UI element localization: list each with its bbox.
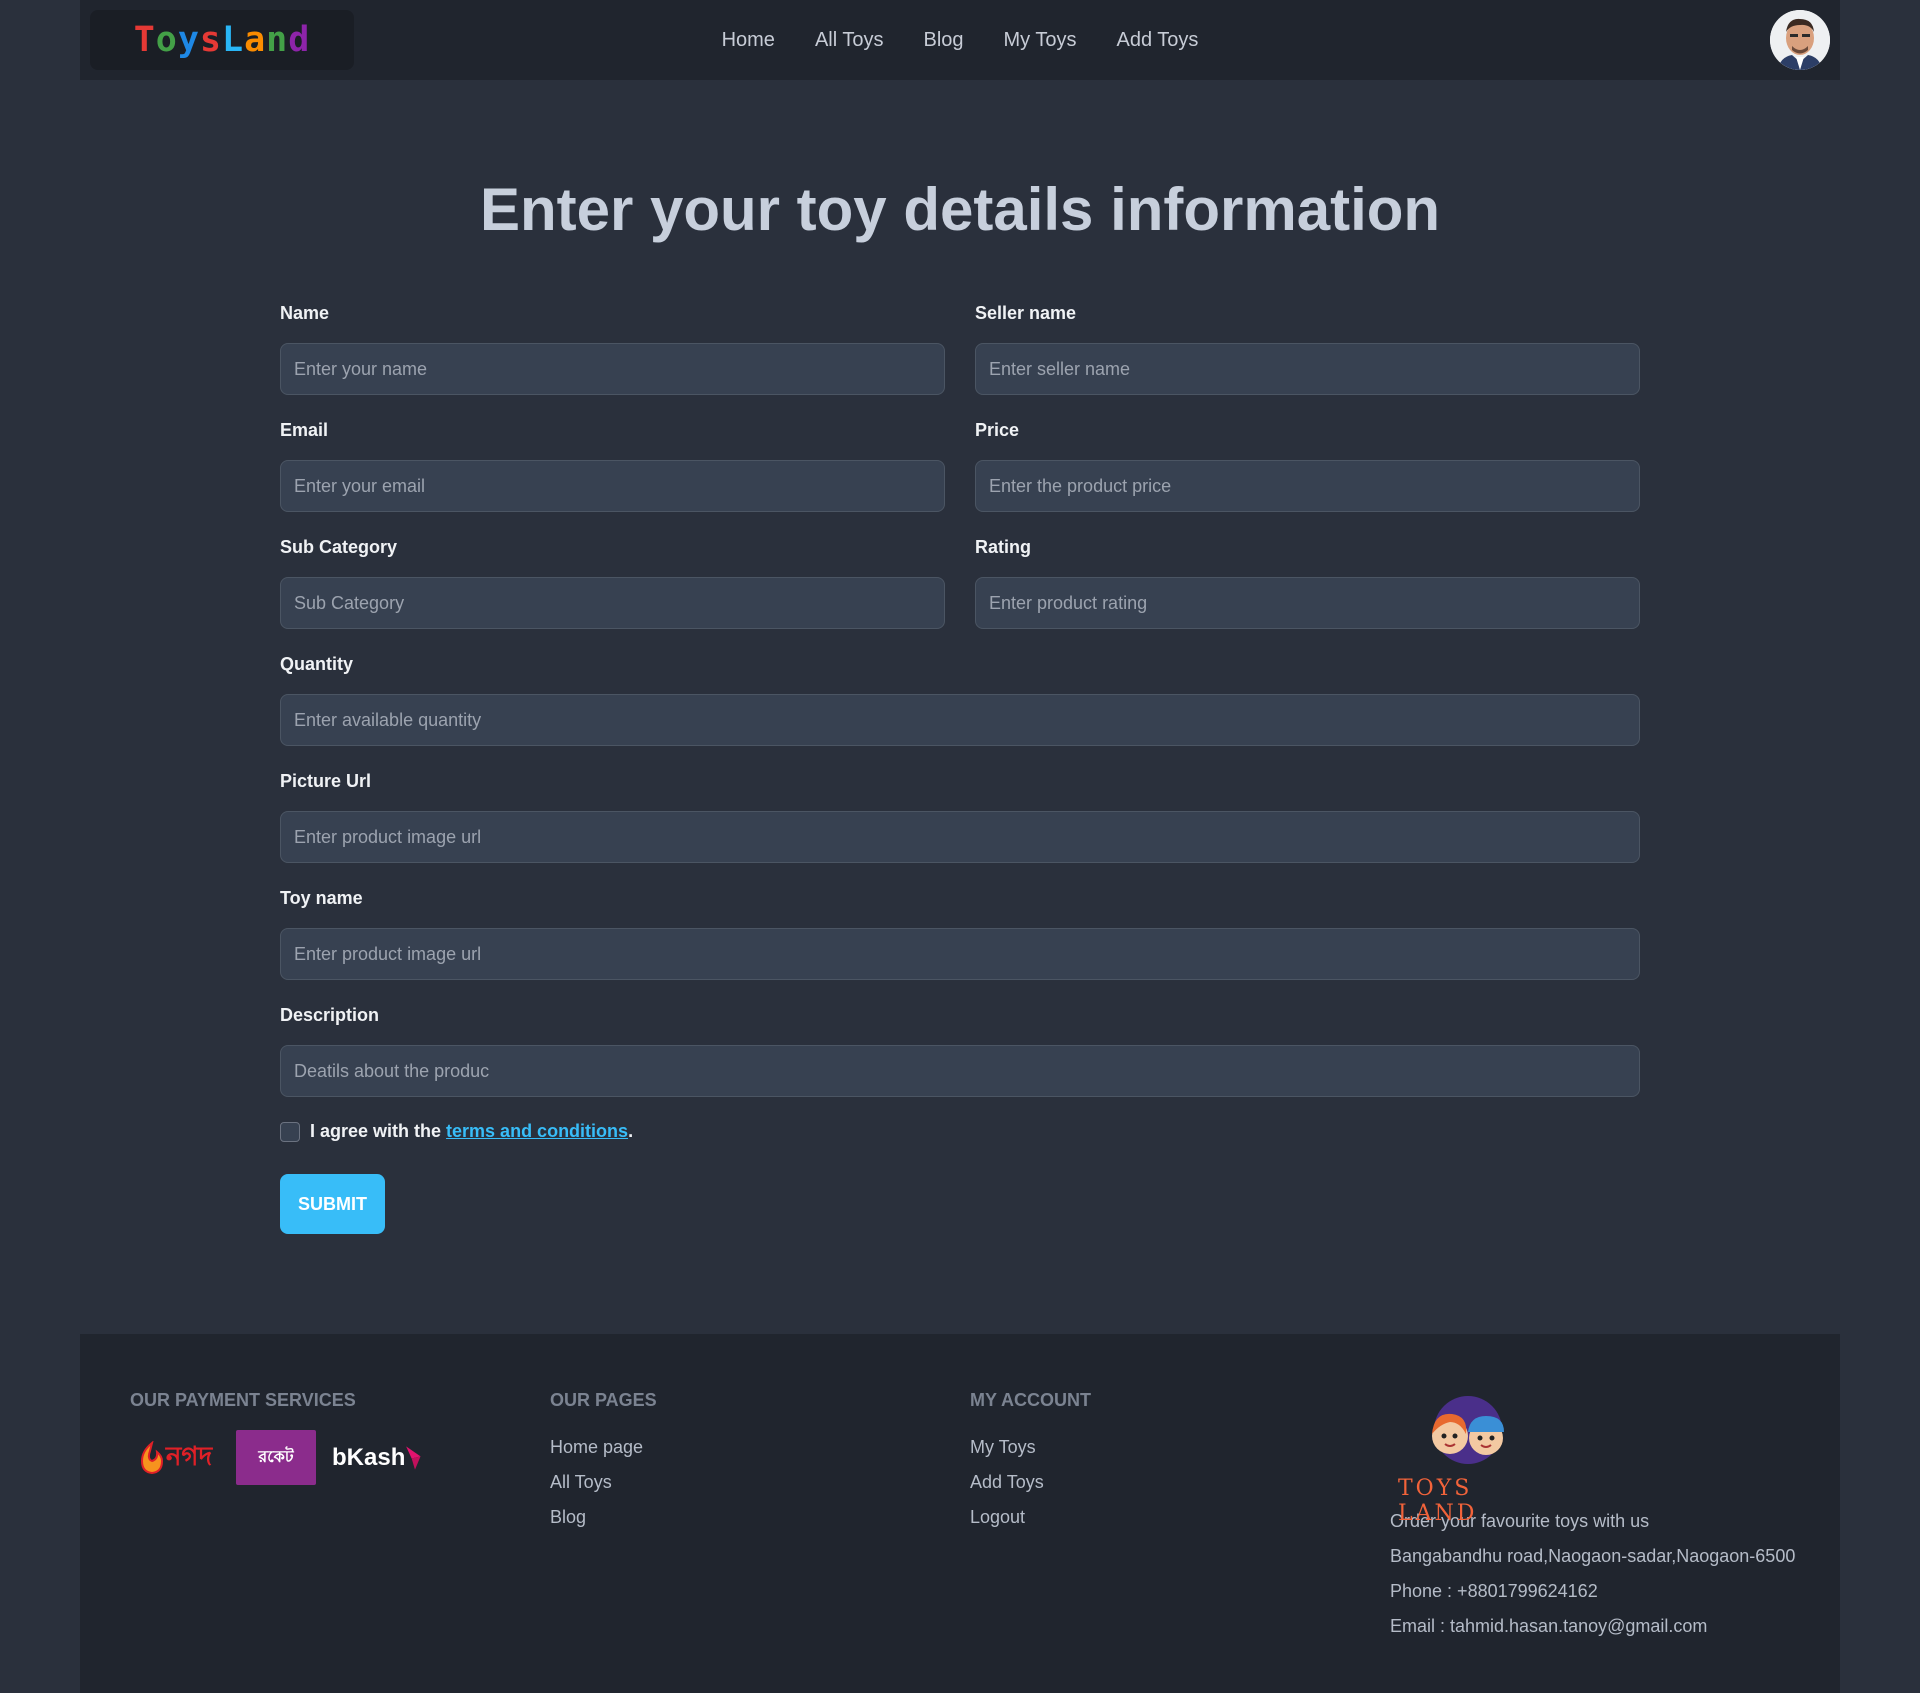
description-field-group: Description xyxy=(280,1005,1640,1097)
logo-letter: y xyxy=(177,20,200,60)
agree-text: I agree with the xyxy=(310,1121,442,1141)
toy-name-input[interactable] xyxy=(280,928,1640,980)
toy-name-label: Toy name xyxy=(280,888,363,908)
footer-link-blog[interactable]: Blog xyxy=(550,1500,657,1535)
price-input[interactable] xyxy=(975,460,1640,512)
user-avatar-icon xyxy=(1770,10,1830,70)
nav-link-add-toys[interactable]: Add Toys xyxy=(1097,29,1219,52)
nav-link-home[interactable]: Home xyxy=(702,29,795,52)
subcategory-field-group: Sub Category xyxy=(280,537,945,629)
footer-link-my-toys[interactable]: My Toys xyxy=(970,1430,1091,1465)
footer: OUR PAYMENT SERVICES নগদ রকেট bKash OUR … xyxy=(80,1334,1840,1693)
price-field-group: Price xyxy=(975,420,1640,512)
subcategory-input[interactable] xyxy=(280,577,945,629)
nav-link-blog[interactable]: Blog xyxy=(903,29,983,52)
picture-url-field-group: Picture Url xyxy=(280,771,1640,863)
email-field-group: Email xyxy=(280,420,945,512)
logo-letter: n xyxy=(266,20,289,60)
quantity-input[interactable] xyxy=(280,694,1640,746)
brand-phone: Phone : +8801799624162 xyxy=(1390,1581,1598,1601)
toys-land-logo: TOYS LAND xyxy=(1390,1394,1545,1526)
bkash-bird-icon xyxy=(406,1445,421,1470)
footer-link-home[interactable]: Home page xyxy=(550,1430,657,1465)
description-input[interactable] xyxy=(280,1045,1640,1097)
nagad-flame-icon xyxy=(140,1440,163,1474)
terms-checkbox[interactable] xyxy=(280,1121,300,1142)
name-label: Name xyxy=(280,303,330,323)
logo-letter: L xyxy=(222,20,245,60)
user-avatar[interactable] xyxy=(1770,10,1830,70)
logo-letter: T xyxy=(133,20,156,60)
agree-period: . xyxy=(628,1121,634,1141)
nav-link-my-toys[interactable]: My Toys xyxy=(984,29,1097,52)
account-heading: MY ACCOUNT xyxy=(970,1390,1091,1410)
toy-name-field-group: Toy name xyxy=(280,888,1640,980)
nav-link-all-toys[interactable]: All Toys xyxy=(795,29,904,52)
footer-link-add-toys[interactable]: Add Toys xyxy=(970,1465,1091,1500)
quantity-label: Quantity xyxy=(280,654,354,674)
logo-letter: s xyxy=(199,20,222,60)
nagad-logo: নগদ xyxy=(130,1430,220,1485)
footer-brand-section: TOYS LAND Order your favourite toys with… xyxy=(1390,1394,1795,1644)
rating-input[interactable] xyxy=(975,577,1640,629)
page: Home All Toys Blog My Toys Add Toys Toys… xyxy=(0,0,1920,1693)
footer-link-logout[interactable]: Logout xyxy=(970,1500,1091,1535)
logo-letter: a xyxy=(244,20,267,60)
footer-pages-section: OUR PAGES Home page All Toys Blog xyxy=(550,1390,657,1535)
terms-link[interactable]: terms and conditions xyxy=(446,1121,628,1142)
subcategory-label: Sub Category xyxy=(280,537,398,557)
brand-email: Email : tahmid.hasan.tanoy@gmail.com xyxy=(1390,1616,1708,1636)
quantity-field-group: Quantity xyxy=(280,654,1640,746)
seller-name-label: Seller name xyxy=(975,303,1077,323)
name-input[interactable] xyxy=(280,343,945,395)
price-label: Price xyxy=(975,420,1020,440)
rating-label: Rating xyxy=(975,537,1031,557)
footer-link-all-toys[interactable]: All Toys xyxy=(550,1465,657,1500)
logo-letter: o xyxy=(155,20,178,60)
email-input[interactable] xyxy=(280,460,945,512)
submit-button[interactable]: SUBMIT xyxy=(280,1174,385,1234)
rating-field-group: Rating xyxy=(975,537,1640,629)
page-title: Enter your toy details information xyxy=(479,176,1441,243)
seller-field-group: Seller name xyxy=(975,303,1640,395)
terms-agreement: I agree with the terms and conditions. xyxy=(280,1121,633,1142)
pages-heading: OUR PAGES xyxy=(550,1390,657,1410)
name-field-group: Name xyxy=(280,303,945,395)
payment-heading: OUR PAYMENT SERVICES xyxy=(130,1390,356,1410)
bkash-logo: bKash xyxy=(332,1430,422,1485)
footer-account-section: MY ACCOUNT My Toys Add Toys Logout xyxy=(970,1390,1091,1535)
picture-url-label: Picture Url xyxy=(280,771,372,791)
seller-name-input[interactable] xyxy=(975,343,1640,395)
kids-mascot-icon xyxy=(1432,1396,1504,1464)
main-container: Home All Toys Blog My Toys Add Toys Toys… xyxy=(80,0,1840,1693)
description-label: Description xyxy=(280,1005,380,1025)
site-logo[interactable]: ToysLand xyxy=(90,10,354,70)
picture-url-input[interactable] xyxy=(280,811,1640,863)
navbar: Home All Toys Blog My Toys Add Toys Toys… xyxy=(80,0,1840,80)
logo-letter: d xyxy=(288,20,311,60)
brand-address: Bangabandhu road,Naogaon-sadar,Naogaon-6… xyxy=(1390,1546,1796,1566)
footer-payment-section: OUR PAYMENT SERVICES নগদ রকেট bKash xyxy=(130,1390,422,1485)
brand-logo-text: TOYS LAND xyxy=(1398,1476,1478,1526)
rocket-logo: রকেট xyxy=(236,1430,316,1485)
payment-logos: নগদ রকেট bKash xyxy=(130,1430,422,1485)
email-label: Email xyxy=(280,420,329,440)
